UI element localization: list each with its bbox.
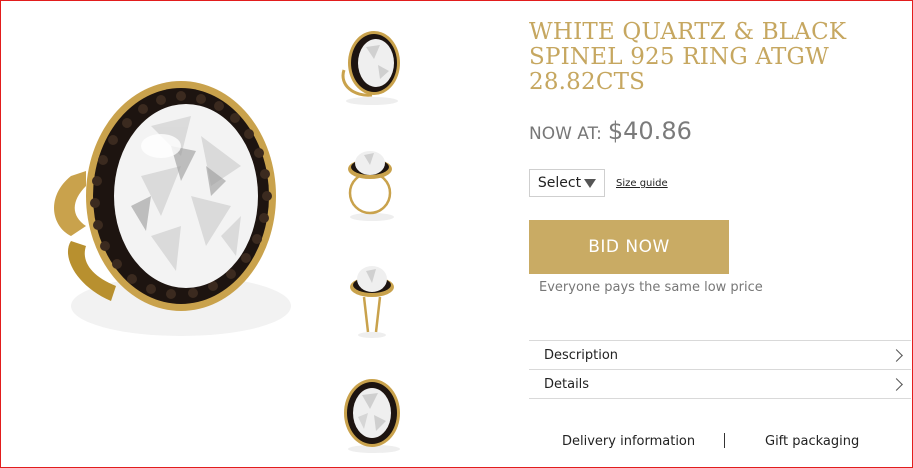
page-frame: WHITE QUARTZ & BLACK SPINEL 925 RING ATG…: [0, 0, 913, 468]
price-value: $40.86: [607, 117, 692, 145]
chevron-right-icon: [890, 377, 903, 391]
bid-now-button[interactable]: BID NOW: [529, 220, 729, 274]
price-note: Everyone pays the same low price: [539, 280, 763, 295]
thumbnail-2[interactable]: [334, 141, 410, 223]
product-title: WHITE QUARTZ & BLACK SPINEL 925 RING ATG…: [529, 19, 847, 95]
thumbnail-1[interactable]: [334, 25, 410, 107]
delivery-information-link[interactable]: Delivery information: [562, 434, 695, 449]
price-label: NOW AT:: [529, 124, 602, 144]
accordion-divider: [529, 398, 911, 399]
size-select-label: Select: [537, 175, 582, 191]
accordion-description-label: Description: [544, 347, 619, 363]
price-row: NOW AT: $40.86: [529, 117, 692, 145]
size-select[interactable]: Select: [529, 169, 605, 197]
chevron-right-icon: [890, 348, 903, 362]
thumbnail-4[interactable]: [334, 373, 410, 455]
size-guide-link[interactable]: Size guide: [616, 178, 668, 189]
footer-divider: [724, 433, 725, 448]
accordion-details-label: Details: [544, 376, 590, 392]
gift-packaging-link[interactable]: Gift packaging: [765, 434, 859, 449]
accordion-details[interactable]: Details: [529, 369, 911, 398]
dropdown-arrow-icon: [584, 178, 597, 188]
thumbnail-3[interactable]: [334, 257, 410, 339]
accordion-description[interactable]: Description: [529, 340, 911, 369]
main-product-image: [54, 81, 291, 336]
